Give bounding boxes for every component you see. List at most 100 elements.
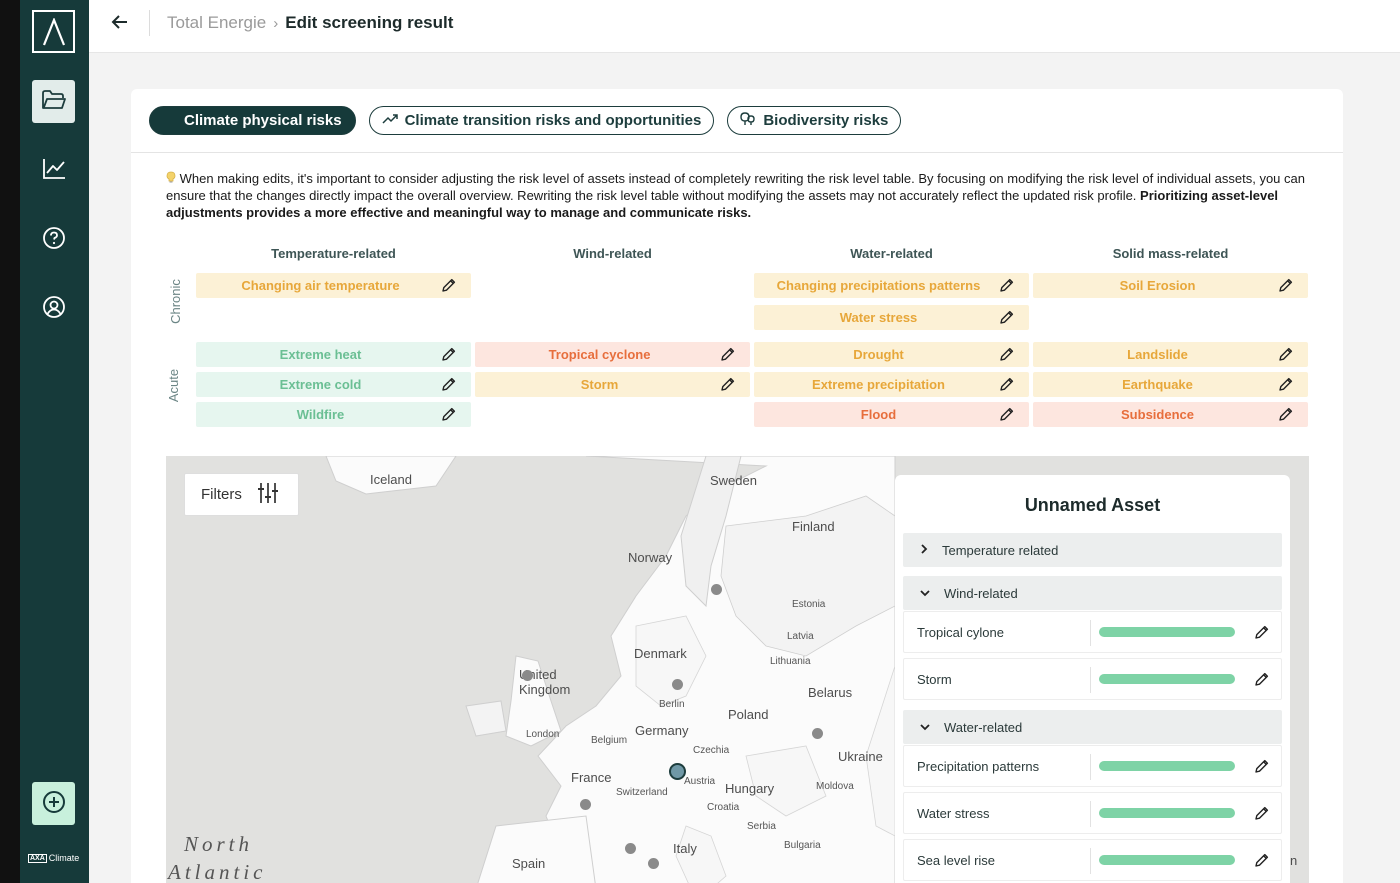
chevron-down-icon [919,720,931,735]
risk-wildfire[interactable]: Wildfire [196,402,471,427]
pencil-icon[interactable] [719,346,736,363]
pencil-icon[interactable] [1277,376,1294,393]
pencil-icon[interactable] [998,309,1015,326]
asset-risk-label: Storm [917,672,952,687]
pencil-icon[interactable] [1253,805,1270,822]
pencil-icon[interactable] [1277,406,1294,423]
nav-analytics[interactable] [32,149,75,192]
pencil-icon[interactable] [1253,671,1270,688]
risk-extreme-cold[interactable]: Extreme cold [196,372,471,397]
brand-text: Climate [48,853,80,863]
group-temperature-related[interactable]: Temperature related [903,533,1282,567]
account-icon [42,295,66,323]
map-marker[interactable] [711,584,722,595]
tab-climate-physical-risks[interactable]: Climate physical risks [149,106,356,135]
row-label-acute: Acute [166,368,182,403]
breadcrumb-parent-link[interactable]: Total Energie [167,13,266,33]
tab-biodiversity-risks[interactable]: Biodiversity risks [727,106,902,135]
map-marker[interactable] [625,843,636,854]
map-label-croatia: Croatia [707,802,740,813]
map-label-finland: Finland [792,519,835,534]
risk-tropical-cyclone[interactable]: Tropical cyclone [475,342,750,367]
nav-projects[interactable] [32,80,75,123]
nav-help[interactable] [32,218,75,261]
map-marker-selected[interactable] [669,763,686,780]
map-label-london: London [526,729,560,740]
pencil-icon[interactable] [998,376,1015,393]
add-button[interactable] [32,782,75,825]
brand-footer: AXA Climate [28,853,79,863]
pencil-icon[interactable] [440,406,457,423]
tab-label: Climate transition risks and opportuniti… [404,112,702,129]
map-label-moldova: Moldova [816,781,854,792]
risk-subsidence[interactable]: Subsidence [1033,402,1308,427]
page-title: Edit screening result [285,13,454,32]
risk-label: Landslide [1127,347,1188,362]
risk-drought[interactable]: Drought [754,342,1029,367]
map-label-italy: Italy [673,841,697,856]
map-marker[interactable] [812,728,823,739]
map-label-belarus: Belarus [808,685,853,700]
map-label-lithuania: Lithuania [770,656,811,667]
map-label-partial: n [1290,853,1298,868]
pencil-icon[interactable] [440,277,457,294]
nav-account[interactable] [32,287,75,330]
pencil-icon[interactable] [1277,346,1294,363]
group-label: Water-related [944,719,1023,735]
map-marker[interactable] [648,858,659,869]
pencil-icon[interactable] [440,346,457,363]
tree-icon [740,111,756,131]
risk-label: Storm [580,377,619,392]
asset-map[interactable]: Iceland Sweden Finland Norway Estonia La… [166,456,1309,883]
risk-label: Earthquake [1122,377,1193,392]
top-bar: Total Energie › Edit screening result [89,0,1400,53]
pencil-icon[interactable] [998,277,1015,294]
group-water-related[interactable]: Water-related [903,710,1282,744]
risk-label: Flood [860,407,897,422]
map-label-atlantic: Atlantic [168,860,267,883]
pencil-icon[interactable] [1277,277,1294,294]
group-wind-related[interactable]: Wind-related [903,576,1282,610]
map-marker[interactable] [580,799,591,810]
row-label-chronic: Chronic [167,279,183,324]
sliders-icon [257,482,279,508]
map-marker[interactable] [522,670,533,681]
divider [1090,801,1091,827]
map-marker[interactable] [672,679,683,690]
risk-changing-air-temperature[interactable]: Changing air temperature [196,273,471,298]
filters-label: Filters [201,486,242,503]
risk-extreme-heat[interactable]: Extreme heat [196,342,471,367]
column-header-temperature: Temperature-related [271,246,396,261]
back-button[interactable] [109,13,131,35]
tab-climate-transition-risks[interactable]: Climate transition risks and opportuniti… [368,106,715,135]
risk-landslide[interactable]: Landslide [1033,342,1308,367]
pencil-icon[interactable] [1253,624,1270,641]
map-label-poland: Poland [728,707,769,722]
chevron-right-icon: › [273,14,279,32]
asset-risk-label: Precipitation patterns [917,759,1040,774]
pencil-icon[interactable] [719,376,736,393]
risk-changing-precipitations-patterns[interactable]: Changing precipitations patterns [754,273,1029,298]
risk-storm[interactable]: Storm [475,372,750,397]
pencil-icon[interactable] [440,376,457,393]
map-label-north: North [184,832,254,856]
asset-risk-row: Sea level rise [903,839,1282,881]
lightbulb-icon [166,171,180,186]
risk-level-bar [1099,855,1235,865]
risk-flood[interactable]: Flood [754,402,1029,427]
folder-icon [41,89,67,115]
pencil-icon[interactable] [1253,758,1270,775]
asset-risk-label: Tropical cylone [917,625,1004,640]
risk-extreme-precipitation[interactable]: Extreme precipitation [754,372,1029,397]
pencil-icon[interactable] [1253,852,1270,869]
asset-risk-row: Tropical cylone [903,611,1282,653]
app-logo[interactable] [32,10,75,53]
chart-icon [41,157,67,185]
pencil-icon[interactable] [998,346,1015,363]
risk-soil-erosion[interactable]: Soil Erosion [1033,273,1308,298]
map-label-berlin: Berlin [659,699,685,710]
risk-water-stress[interactable]: Water stress [754,305,1029,330]
pencil-icon[interactable] [998,406,1015,423]
risk-earthquake[interactable]: Earthquake [1033,372,1308,397]
filters-button[interactable]: Filters [184,473,299,516]
